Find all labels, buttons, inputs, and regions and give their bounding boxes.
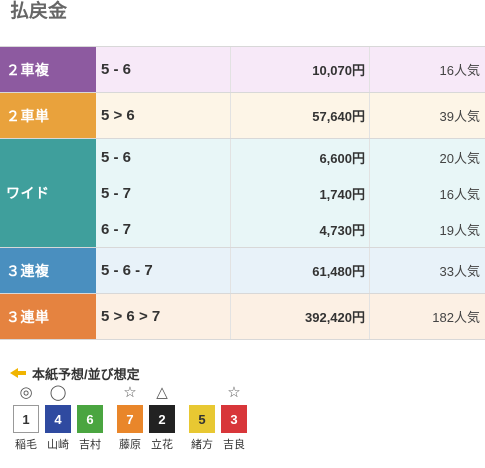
popularity: 20人気 [439,150,480,166]
prediction-mark: ◎ [19,384,33,401]
payout-entries: 5 > 6 57,640円 39人気 [96,93,485,138]
rider-card: ☆ 7 藤原 [117,383,143,452]
popularity: 33人気 [439,264,480,279]
combination: 5 - 7 [101,184,132,202]
prediction-section: 本紙予想/並び想定 [10,363,140,383]
payout-amount: 61,480円 [230,248,370,293]
rider-number-badge: 4 [45,405,71,433]
prediction-mark: ☆ [123,384,137,401]
bet-type-label: ワイド [0,139,96,247]
combination: 5 - 6 - 7 [101,262,153,279]
payout-entries: 5 > 6 > 7 392,420円 182人気 [96,294,485,339]
popularity: 19人気 [439,222,480,238]
payout-row: ３連単 5 > 6 > 7 392,420円 182人気 [0,294,485,340]
payout-row: ワイド 5 - 6 6,600円 20人気 5 - 7 1,740円 16人気 6 - 7 4,… [0,139,485,248]
payout-table: ２車複 5 - 6 10,070円 16人気 ２車単 5 > 6 57,640円 39人気ワイ… [0,46,485,340]
payout-amount: 392,420円 [230,294,370,339]
combination: 6 - 7 [101,220,132,238]
payout-entry: 5 - 6 6,600円 20人気 [96,139,485,175]
combination: 5 - 6 [101,148,132,166]
prediction-mark [77,383,103,403]
payout-entry: 5 > 6 > 7 392,420円 182人気 [96,294,485,339]
payout-entries: 5 - 6 - 7 61,480円 33人気 [96,248,485,293]
popularity: 16人気 [439,186,480,202]
rider-lineup: ◎ 1 稲毛 ◯ 4 山崎 6 吉村 ☆ 7 藤原 △ 2 立花 5 緒方 ☆ 3 吉良 [0,383,485,468]
rider-number-badge: 3 [221,405,247,433]
prediction-mark: ☆ [227,384,241,401]
popularity: 182人気 [432,310,480,325]
payout-amount: 6,600円 [230,139,370,175]
rider-name: 立花 [151,439,173,451]
prediction-mark [189,383,215,403]
bet-type-label: ３連複 [0,248,96,293]
rider-number-badge: 1 [13,405,39,433]
payout-entry: 5 - 6 10,070円 16人気 [96,47,485,92]
payout-entry: 6 - 7 4,730円 19人気 [96,211,485,247]
payout-entry: 5 > 6 57,640円 39人気 [96,93,485,138]
combination: 5 > 6 [101,107,135,124]
rider-name: 吉良 [223,439,245,451]
payout-row: ２車単 5 > 6 57,640円 39人気 [0,93,485,139]
prediction-heading-label: 本紙予想/並び想定 [32,366,140,382]
payout-row: ３連複 5 - 6 - 7 61,480円 33人気 [0,248,485,294]
prediction-mark: ◯ [49,384,67,401]
prediction-heading: 本紙予想/並び想定 [10,363,140,383]
page-title: 払戻金 [10,1,68,22]
rider-card: 5 緒方 [189,383,215,452]
rider-number-badge: 2 [149,405,175,433]
rider-card: ◯ 4 山崎 [45,383,71,452]
arrow-left-icon [10,368,26,378]
rider-card: △ 2 立花 [149,383,175,452]
payout-entry: 5 - 7 1,740円 16人気 [96,175,485,211]
popularity: 16人気 [439,63,480,78]
payout-entries: 5 - 6 10,070円 16人気 [96,47,485,92]
rider-number-badge: 5 [189,405,215,433]
payout-amount: 1,740円 [230,175,370,211]
payout-amount: 10,070円 [230,47,370,92]
bet-type-label: ２車単 [0,93,96,138]
payout-entries: 5 - 6 6,600円 20人気 5 - 7 1,740円 16人気 6 - 7 4,730… [96,139,485,247]
combination: 5 - 6 [101,61,132,78]
prediction-mark: △ [156,384,168,401]
bet-type-label: ３連単 [0,294,96,339]
combination: 5 > 6 > 7 [101,308,161,325]
bet-type-label: ２車複 [0,47,96,92]
rider-card: ◎ 1 稲毛 [13,383,39,452]
payout-amount: 57,640円 [230,93,370,138]
popularity: 39人気 [439,109,480,124]
rider-name: 吉村 [79,439,101,451]
rider-number-badge: 6 [77,405,103,433]
rider-number-badge: 7 [117,405,143,433]
rider-card: ☆ 3 吉良 [221,383,247,452]
payout-amount: 4,730円 [230,211,370,247]
rider-card: 6 吉村 [77,383,103,452]
payout-row: ２車複 5 - 6 10,070円 16人気 [0,47,485,93]
payout-entry: 5 - 6 - 7 61,480円 33人気 [96,248,485,293]
